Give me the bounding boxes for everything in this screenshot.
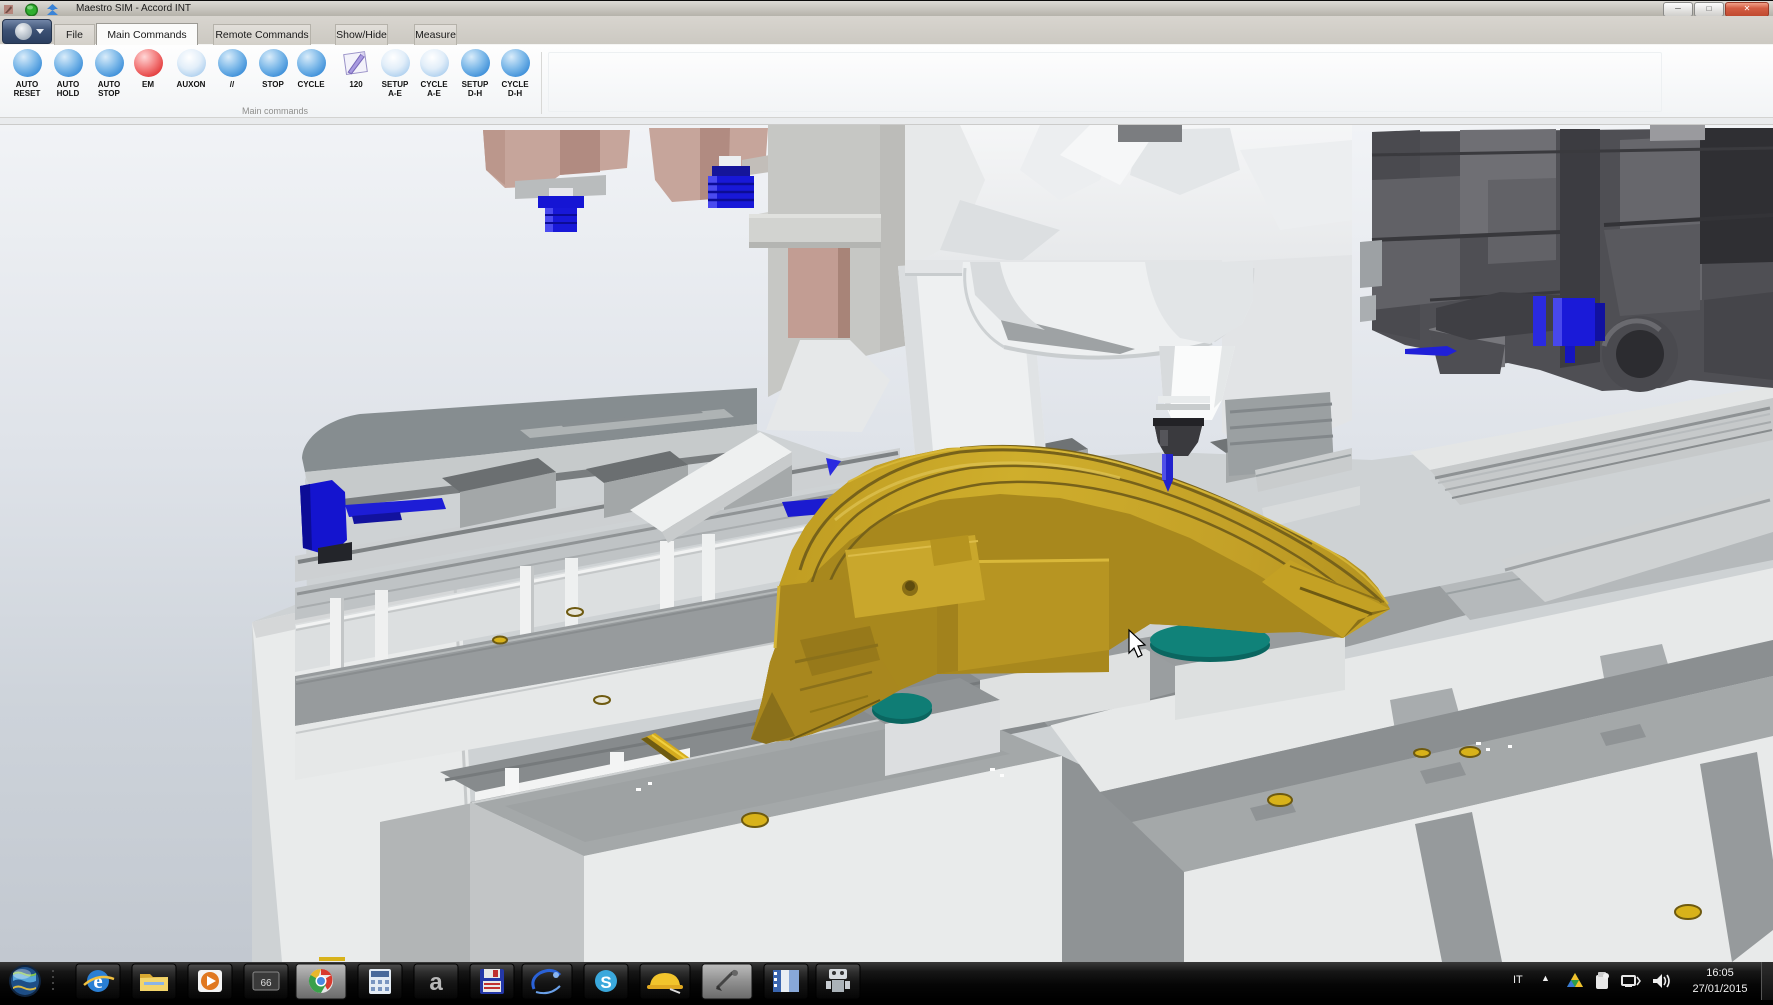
svg-text:S: S — [600, 973, 611, 992]
svg-text:a: a — [429, 969, 443, 996]
svg-text:66: 66 — [260, 978, 272, 989]
svg-text:e: e — [93, 969, 102, 993]
